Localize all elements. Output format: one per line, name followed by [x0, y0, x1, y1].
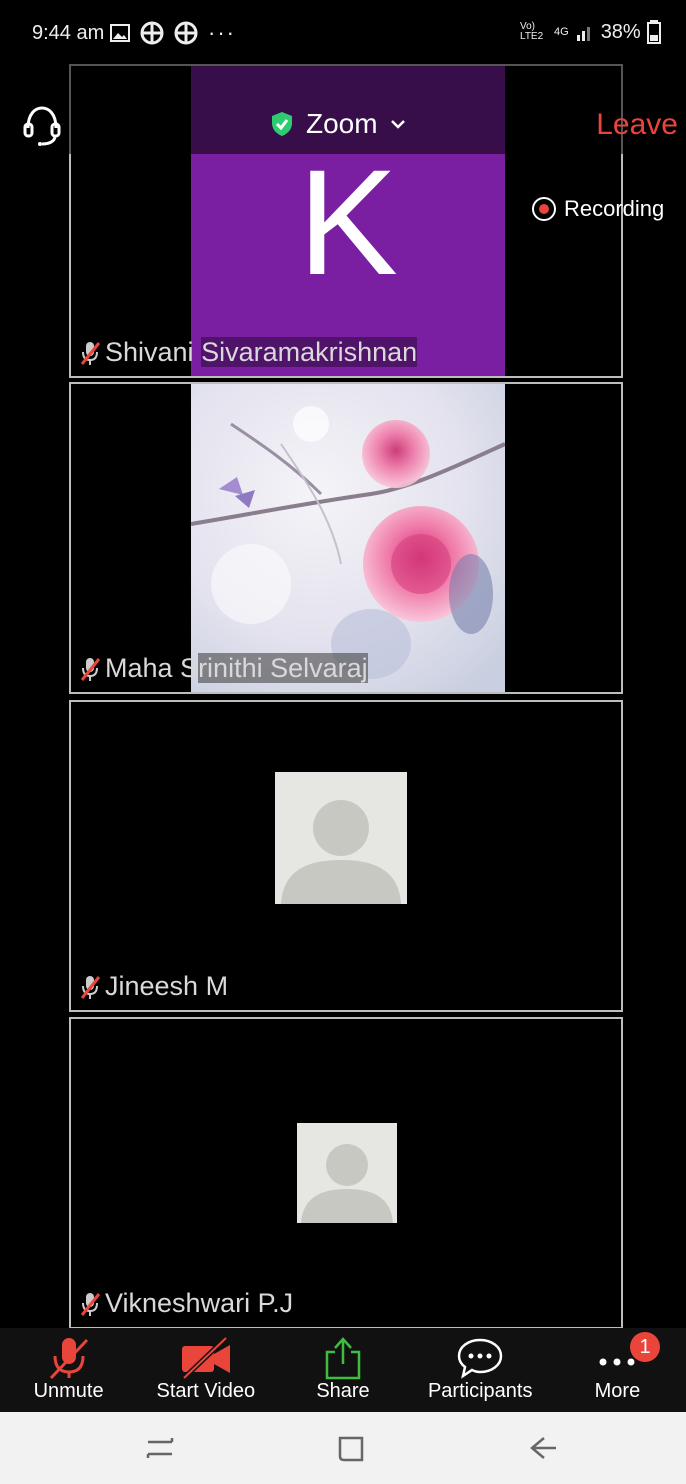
mic-muted-icon — [80, 657, 101, 681]
mic-muted-icon — [80, 341, 101, 365]
share-label: Share — [316, 1380, 370, 1402]
leave-button[interactable]: Leave — [596, 108, 678, 142]
participant-name: Maha Srinithi Selvaraj — [105, 653, 368, 683]
mic-muted-icon — [80, 1292, 101, 1316]
status-time: 9:44 am — [32, 22, 105, 44]
person-icon — [301, 1144, 393, 1223]
signal-icon — [576, 27, 590, 41]
flower-image — [191, 384, 505, 692]
audio-headset-icon[interactable] — [22, 104, 62, 151]
start-video-label: Start Video — [156, 1380, 256, 1402]
default-avatar — [275, 772, 407, 904]
mic-muted-icon — [49, 1338, 88, 1380]
participant-profile-picture — [191, 384, 505, 692]
video-off-icon — [181, 1336, 230, 1380]
app-icon — [140, 21, 164, 45]
participant-name: Jineesh M — [105, 971, 229, 1001]
battery-icon — [646, 20, 661, 44]
unmute-label: Unmute — [33, 1380, 104, 1402]
status-right: Vo) LTE2 4G 38% — [520, 20, 661, 44]
participant-name-label: Shivani Sivaramakrishnan — [77, 335, 423, 370]
status-notification-icons: ··· — [110, 20, 236, 46]
4g-label: 4G — [554, 26, 569, 38]
video-tile[interactable]: Jineesh M — [69, 700, 623, 1012]
participant-name: Vikneshwari P.J — [105, 1288, 294, 1318]
more-label: More — [594, 1380, 641, 1402]
participant-name-label: Maha Srinithi Selvaraj — [77, 651, 374, 686]
meeting-title: Zoom — [306, 108, 378, 139]
notification-badge: 1 — [630, 1332, 661, 1362]
network-label: Vo) LTE2 — [520, 21, 544, 42]
unmute-button[interactable]: Unmute — [0, 1328, 137, 1412]
recording-label: Recording — [564, 196, 665, 221]
start-video-button[interactable]: Start Video — [137, 1328, 274, 1412]
android-nav-bar — [0, 1412, 686, 1484]
meeting-bottom-toolbar: Unmute Start Video Share Participants 1 … — [0, 1328, 686, 1412]
participant-name-label: Vikneshwari P.J — [77, 1286, 299, 1321]
share-icon — [325, 1337, 361, 1380]
recording-indicator[interactable]: Recording — [532, 196, 664, 222]
chat-bubble-icon — [457, 1338, 503, 1379]
status-bar: 9:44 am ··· Vo) LTE2 4G 38% — [0, 0, 686, 64]
avatar-letter: K — [297, 138, 399, 306]
meeting-title-dropdown[interactable]: Zoom — [270, 108, 406, 140]
mic-muted-icon — [80, 975, 101, 999]
image-icon — [110, 24, 130, 42]
app-icon — [174, 21, 198, 45]
home-icon[interactable] — [336, 1434, 366, 1464]
participants-button[interactable]: Participants — [412, 1328, 549, 1412]
shield-check-icon — [272, 112, 292, 136]
participant-name: Shivani Sivaramakrishnan — [105, 337, 418, 367]
more-button[interactable]: 1 More — [549, 1328, 686, 1412]
battery-percent: 38% — [600, 20, 641, 43]
video-tile[interactable]: Vikneshwari P.J — [69, 1017, 623, 1329]
video-tile[interactable]: Maha Srinithi Selvaraj — [69, 382, 623, 694]
share-button[interactable]: Share — [274, 1328, 411, 1412]
default-avatar — [297, 1123, 397, 1223]
back-icon[interactable] — [528, 1434, 558, 1462]
participant-name-label: Jineesh M — [77, 969, 234, 1004]
recording-icon — [532, 197, 556, 221]
more-notifications-icon: ··· — [208, 20, 236, 45]
chevron-down-icon — [390, 120, 405, 129]
recent-apps-icon[interactable] — [144, 1434, 176, 1462]
participants-label: Participants — [427, 1380, 533, 1402]
person-icon — [281, 800, 401, 904]
